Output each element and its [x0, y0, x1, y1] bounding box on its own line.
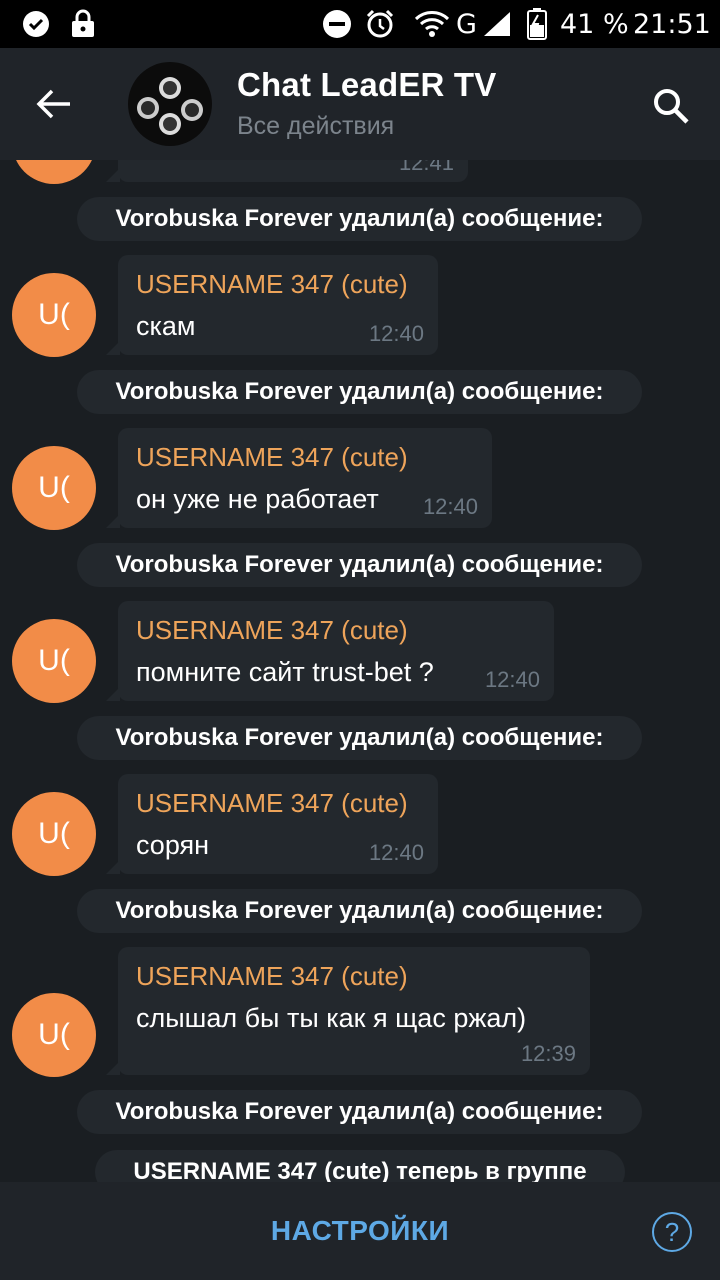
clock: 21:51: [633, 8, 711, 40]
status-bar: G 41 % 21:51: [0, 0, 720, 48]
lock-icon: [70, 0, 96, 48]
chat-title[interactable]: Chat LeadER TV: [237, 66, 497, 104]
bottom-bar: НАСТРОЙКИ ?: [0, 1182, 720, 1280]
message-text: слышал бы ты как я щас ржал): [136, 1003, 527, 1033]
dnd-icon: [322, 0, 352, 48]
service-message: Vorobuska Forever удалил(а) сообщение:: [77, 889, 642, 933]
message-bubble[interactable]: USERNAME 347 (cute) скам 12:40: [106, 255, 438, 355]
avatar[interactable]: [12, 160, 96, 184]
battery-icon: [526, 0, 548, 48]
chat-subtitle[interactable]: Все действия: [237, 112, 394, 141]
service-message: Vorobuska Forever удалил(а) сообщение:: [77, 1090, 642, 1134]
service-message: Vorobuska Forever удалил(а) сообщение:: [77, 197, 642, 241]
message-text: помните сайт trust-bet ?: [136, 657, 434, 687]
chat-messages[interactable]: 12:41 Vorobuska Forever удалил(а) сообще…: [0, 160, 720, 1182]
battery-percent: 41 %: [560, 8, 629, 40]
message-bubble[interactable]: USERNAME 347 (cute) он уже не работает 1…: [106, 428, 492, 528]
avatar[interactable]: U(: [12, 619, 96, 703]
message-time: 12:40: [368, 321, 424, 346]
message-author[interactable]: USERNAME 347 (cute): [136, 961, 408, 992]
service-message-joined: USERNAME 347 (cute) теперь в группе: [95, 1150, 625, 1182]
message-bubble[interactable]: USERNAME 347 (cute) сорян 12:40: [106, 774, 438, 874]
network-type: G: [456, 8, 477, 40]
service-message: Vorobuska Forever удалил(а) сообщение:: [77, 543, 642, 587]
wifi-icon: [414, 0, 450, 48]
group-photo-icon: [137, 77, 203, 135]
alarm-icon: [364, 0, 396, 48]
message-text: скам: [136, 311, 196, 341]
message-time: 12:40: [484, 667, 540, 692]
help-icon[interactable]: ?: [652, 1212, 692, 1252]
service-message: Vorobuska Forever удалил(а) сообщение:: [77, 370, 642, 414]
message-author[interactable]: USERNAME 347 (cute): [136, 442, 408, 473]
avatar[interactable]: U(: [12, 993, 96, 1077]
avatar[interactable]: U(: [12, 792, 96, 876]
search-icon: [654, 89, 689, 124]
message-time: 12:40: [422, 494, 478, 519]
avatar[interactable]: U(: [12, 446, 96, 530]
service-message: Vorobuska Forever удалил(а) сообщение:: [77, 716, 642, 760]
message-time: 12:40: [368, 840, 424, 865]
message-time: 12:41: [398, 160, 454, 175]
arrow-left-icon: [36, 89, 70, 119]
group-avatar[interactable]: [128, 62, 212, 146]
message-text: сорян: [136, 830, 210, 860]
message-time: 12:39: [520, 1041, 576, 1066]
signal-icon: [482, 0, 512, 48]
message-bubble[interactable]: USERNAME 347 (cute) помните сайт trust-b…: [106, 601, 554, 701]
settings-button[interactable]: НАСТРОЙКИ: [200, 1208, 520, 1254]
message-author[interactable]: USERNAME 347 (cute): [136, 269, 408, 300]
back-button[interactable]: [26, 78, 82, 130]
message-bubble[interactable]: 12:41: [106, 160, 468, 182]
search-button[interactable]: [645, 80, 697, 132]
chat-header: Chat LeadER TV Все действия: [0, 48, 720, 160]
message-author[interactable]: USERNAME 347 (cute): [136, 615, 408, 646]
check-circle-icon: [22, 0, 50, 48]
message-author[interactable]: USERNAME 347 (cute): [136, 788, 408, 819]
avatar[interactable]: U(: [12, 273, 96, 357]
message-bubble[interactable]: USERNAME 347 (cute) слышал бы ты как я щ…: [106, 947, 590, 1075]
message-text: он уже не работает: [136, 484, 379, 514]
